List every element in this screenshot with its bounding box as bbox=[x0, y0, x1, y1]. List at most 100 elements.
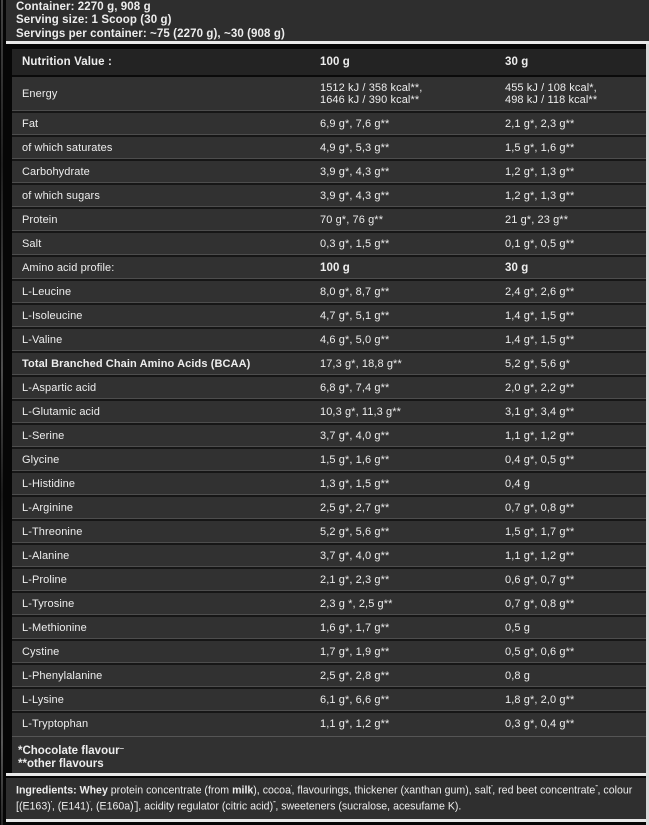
row-value-100g: 10,3 g*, 11,3 g** bbox=[320, 406, 505, 419]
row-value-100g: 1,3 g*, 1,5 g** bbox=[320, 478, 505, 491]
row-label: L-Arginine bbox=[12, 502, 320, 515]
column-header-nutrition-value: Nutrition Value : bbox=[12, 56, 320, 69]
row-value-100g: 6,9 g*, 7,6 g** bbox=[320, 118, 505, 131]
table-row: of which sugars 3,9 g*, 4,3 g** 1,2 g*, … bbox=[12, 185, 646, 209]
column-header-100g: 100 g bbox=[320, 56, 505, 69]
table-row: L-Arginine 2,5 g*, 2,7 g** 0,7 g*, 0,8 g… bbox=[12, 497, 646, 521]
table-header-row: Nutrition Value : 100 g 30 g bbox=[12, 49, 646, 77]
row-value-100g: 3,7 g*, 4,0 g** bbox=[320, 430, 505, 443]
row-value-100g: 6,8 g*, 7,4 g** bbox=[320, 382, 505, 395]
row-label: L-Alanine bbox=[12, 550, 320, 563]
table-row: L-Phenylalanine 2,5 g*, 2,8 g** 0,8 g bbox=[12, 665, 646, 689]
footnotes-block: *Chocolate flavour......... **other flav… bbox=[12, 737, 649, 773]
footnote-fine-print: ......... bbox=[120, 745, 124, 751]
table-row: Fat 6,9 g*, 7,6 g** 2,1 g*, 2,3 g** bbox=[12, 113, 646, 137]
row-value-30g: 3,1 g*, 3,4 g** bbox=[505, 406, 646, 419]
row-label: L-Valine bbox=[12, 334, 320, 347]
container-size-text: Container: 2270 g, 908 g bbox=[16, 1, 649, 14]
row-label: Salt bbox=[12, 238, 320, 251]
row-value-30g: 0,7 g*, 0,8 g** bbox=[505, 598, 646, 611]
row-label: Total Branched Chain Amino Acids (BCAA) bbox=[12, 358, 320, 371]
row-label: L-Aspartic acid bbox=[12, 382, 320, 395]
table-row: Amino acid profile: 100 g 30 g bbox=[12, 257, 646, 281]
row-value-100g: 1,7 g*, 1,9 g** bbox=[320, 646, 505, 659]
row-label: L-Leucine bbox=[12, 286, 320, 299]
row-value-30g: 0,3 g*, 0,4 g** bbox=[505, 718, 646, 731]
table-row: L-Glutamic acid 10,3 g*, 11,3 g** 3,1 g*… bbox=[12, 401, 646, 425]
ingredient-text: protein concentrate (from bbox=[111, 785, 232, 797]
table-row: Cystine 1,7 g*, 1,9 g** 0,5 g*, 0,6 g** bbox=[12, 641, 646, 665]
row-value-100g: 8,0 g*, 8,7 g** bbox=[320, 286, 505, 299]
table-row: L-Tryptophan 1,1 g*, 1,2 g** 0,3 g*, 0,4… bbox=[12, 713, 646, 737]
table-row: L-Threonine 5,2 g*, 5,6 g** 1,5 g*, 1,7 … bbox=[12, 521, 646, 545]
row-value-30g: 0,1 g*, 0,5 g** bbox=[505, 238, 646, 251]
row-value-30g: 1,8 g*, 2,0 g** bbox=[505, 694, 646, 707]
label-left-edge bbox=[1, 0, 3, 825]
ingredient-text: Ingredients: bbox=[16, 785, 80, 797]
row-value-100g: 70 g*, 76 g** bbox=[320, 214, 505, 227]
row-value-100g: 1,6 g*, 1,7 g** bbox=[320, 622, 505, 635]
ingredient-text: , red beet concentrate bbox=[492, 785, 595, 797]
table-row: L-Histidine 1,3 g*, 1,5 g** 0,4 g bbox=[12, 473, 646, 497]
row-label: L-Isoleucine bbox=[12, 310, 320, 323]
row-value-30g: 1,4 g*, 1,5 g** bbox=[505, 334, 646, 347]
nutrition-table: Nutrition Value : 100 g 30 g Energy 1512… bbox=[12, 49, 646, 737]
row-value-30g: 455 kJ / 108 kcal*, 498 kJ / 118 kcal** bbox=[505, 82, 646, 107]
table-row: L-Aspartic acid 6,8 g*, 7,4 g** 2,0 g*, … bbox=[12, 377, 646, 401]
row-label: Fat bbox=[12, 118, 320, 131]
row-value-100g: 2,5 g*, 2,7 g** bbox=[320, 502, 505, 515]
bottom-divider bbox=[6, 819, 649, 822]
row-label: Glycine bbox=[12, 454, 320, 467]
row-value-100g: 0,3 g*, 1,5 g** bbox=[320, 238, 505, 251]
row-value-30g: 1,5 g*, 1,7 g** bbox=[505, 526, 646, 539]
row-label: L-Serine bbox=[12, 430, 320, 443]
footnote-chocolate-flavour: *Chocolate flavour......... bbox=[18, 742, 649, 758]
row-value-30g: 0,8 g bbox=[505, 670, 646, 683]
row-label: L-Tyrosine bbox=[12, 598, 320, 611]
row-label: Protein bbox=[12, 214, 320, 227]
ingredient-text: milk bbox=[232, 785, 253, 797]
ingredient-text: ], acidity regulator (citric acid) bbox=[135, 801, 273, 813]
servings-per-container-text: Servings per container: ~75 (2270 g), ~3… bbox=[16, 28, 649, 41]
table-row: L-Serine 3,7 g*, 4,0 g** 1,1 g*, 1,2 g** bbox=[12, 425, 646, 449]
row-value-100g: 1,5 g*, 1,6 g** bbox=[320, 454, 505, 467]
row-label: Energy bbox=[12, 88, 320, 101]
row-value-30g: 21 g*, 23 g** bbox=[505, 214, 646, 227]
serving-size-text: Serving size: 1 Scoop (30 g) bbox=[16, 14, 649, 27]
table-body: Energy 1512 kJ / 358 kcal**, 1646 kJ / 3… bbox=[12, 77, 646, 737]
row-value-30g: 0,5 g bbox=[505, 622, 646, 635]
nutrition-label: Container: 2270 g, 908 g Serving size: 1… bbox=[0, 0, 649, 825]
row-value-30g: 1,2 g*, 1,3 g** bbox=[505, 190, 646, 203]
row-label: L-Tryptophan bbox=[12, 718, 320, 731]
row-value-30g: 0,7 g*, 0,8 g** bbox=[505, 502, 646, 515]
row-label: L-Methionine bbox=[12, 622, 320, 635]
row-value-100g: 1,1 g*, 1,2 g** bbox=[320, 718, 505, 731]
row-value-30g: 1,2 g*, 1,3 g** bbox=[505, 166, 646, 179]
row-label: L-Glutamic acid bbox=[12, 406, 320, 419]
ingredient-text: , (E160a) bbox=[90, 801, 134, 813]
row-value-30g: 0,4 g*, 0,5 g** bbox=[505, 454, 646, 467]
row-value-100g: 17,3 g*, 18,8 g** bbox=[320, 358, 505, 371]
row-label: L-Phenylalanine bbox=[12, 670, 320, 683]
ingredient-text: ), cocoa bbox=[253, 785, 291, 797]
table-row: L-Methionine 1,6 g*, 1,7 g** 0,5 g bbox=[12, 617, 646, 641]
row-label: L-Lysine bbox=[12, 694, 320, 707]
ingredient-footnote-mark: ' bbox=[90, 801, 91, 807]
row-value-30g: 1,1 g*, 1,2 g** bbox=[505, 550, 646, 563]
row-label: Carbohydrate bbox=[12, 166, 320, 179]
table-row: L-Proline 2,1 g*, 2,3 g** 0,6 g*, 0,7 g*… bbox=[12, 569, 646, 593]
row-value-100g: 1512 kJ / 358 kcal**, 1646 kJ / 390 kcal… bbox=[320, 82, 505, 107]
ingredients-paragraph: Ingredients: Whey protein concentrate (f… bbox=[6, 778, 649, 819]
ingredient-footnote-mark: '''' bbox=[595, 785, 597, 791]
row-value-30g: 1,5 g*, 1,6 g** bbox=[505, 142, 646, 155]
footnote-other-flavours: **other flavours bbox=[18, 758, 649, 771]
row-value-100g: 6,1 g*, 6,6 g** bbox=[320, 694, 505, 707]
table-row: Salt 0,3 g*, 1,5 g** 0,1 g*, 0,5 g** bbox=[12, 233, 646, 257]
table-row: L-Isoleucine 4,7 g*, 5,1 g** 1,4 g*, 1,5… bbox=[12, 305, 646, 329]
column-header-30g: 30 g bbox=[505, 56, 646, 69]
table-row: L-Valine 4,6 g*, 5,0 g** 1,4 g*, 1,5 g** bbox=[12, 329, 646, 353]
row-value-100g: 3,9 g*, 4,3 g** bbox=[320, 166, 505, 179]
ingredient-text: , flavourings, thickener (xanthan gum), … bbox=[292, 785, 492, 797]
row-label: L-Histidine bbox=[12, 478, 320, 491]
row-value-100g: 3,9 g*, 4,3 g** bbox=[320, 190, 505, 203]
